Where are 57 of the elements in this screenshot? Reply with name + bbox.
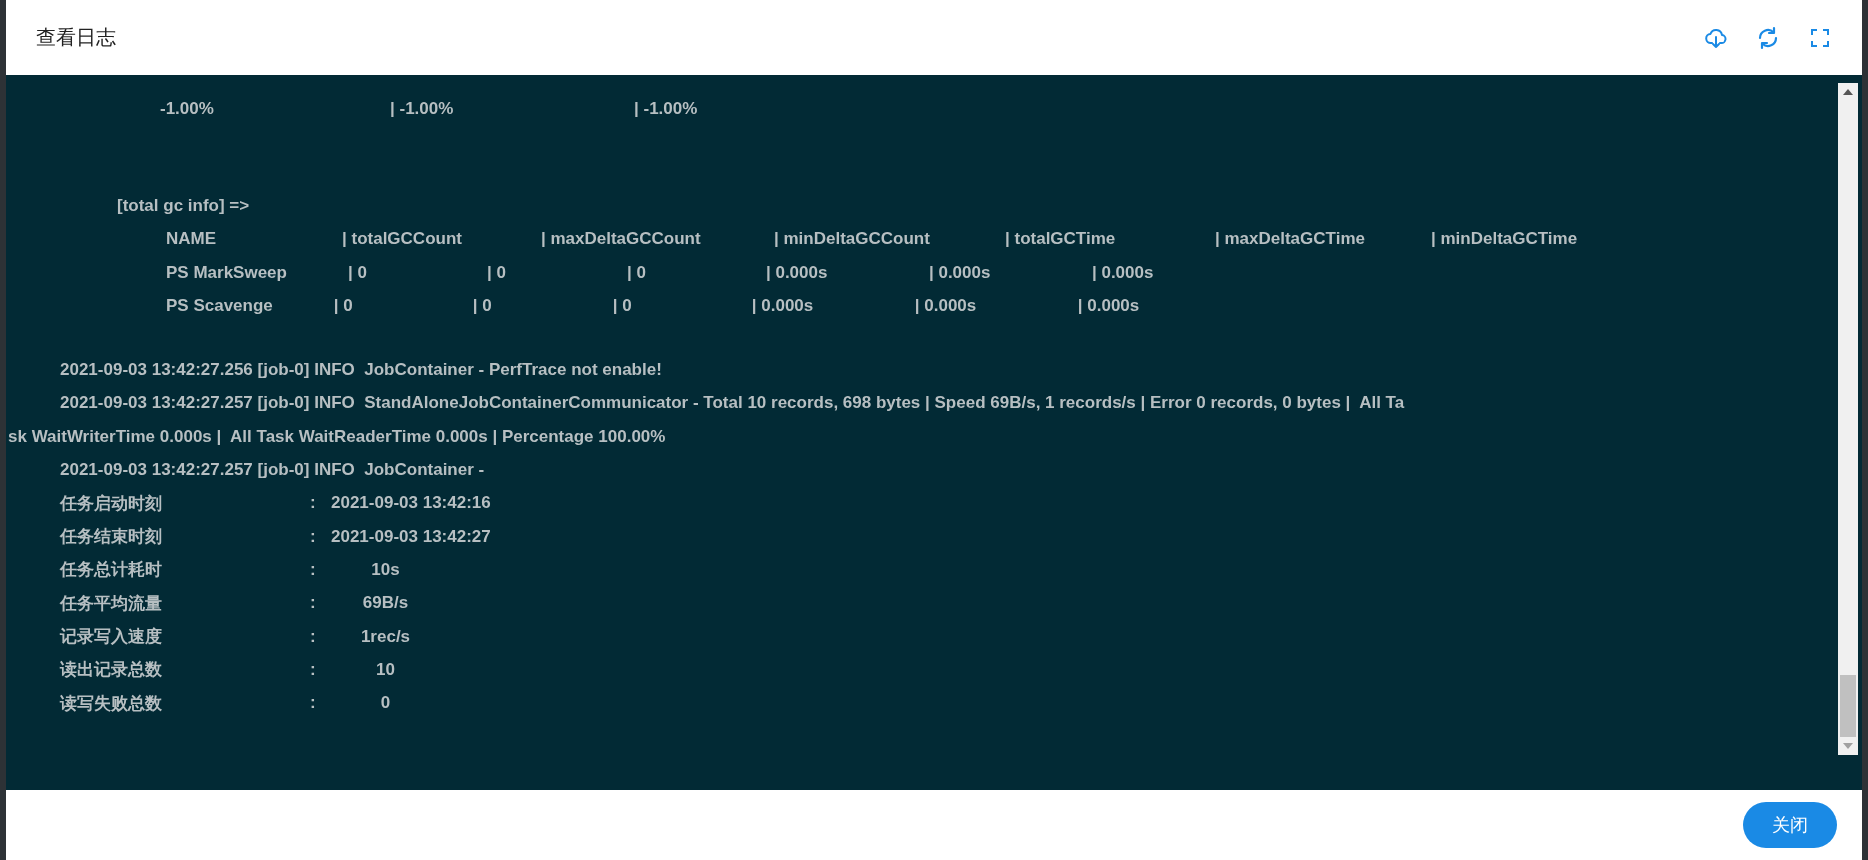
scrollbar-thumb[interactable]: [1840, 675, 1856, 737]
log-text: | totalGCCount: [342, 229, 463, 250]
log-text: | totalGCTime: [1005, 229, 1117, 250]
log-text: 任务总计耗时: [60, 559, 163, 582]
log-text: 2021-09-03 13:42:27.256 [job-0] INFO JobContainer - PerfTrace not enable!: [60, 360, 663, 381]
log-text: 69B/s: [362, 593, 409, 614]
log-text: | 0: [612, 295, 633, 316]
log-text: 2021-09-03 13:42:27.257 [job-0] INFO JobContainer -: [60, 460, 486, 480]
log-text: | -1.00%: [634, 98, 699, 119]
refresh-icon[interactable]: [1756, 25, 1780, 50]
scroll-up-icon[interactable]: [1843, 89, 1853, 95]
log-text: :: [310, 693, 317, 714]
log-text: 10: [376, 659, 395, 680]
log-text: PS MarkSweep: [166, 262, 288, 283]
log-text: 记录写入速度: [60, 626, 163, 648]
log-text: 2021-09-03 13:42:16: [330, 493, 492, 514]
log-text: 任务启动时刻: [60, 492, 163, 515]
log-text: | 0: [472, 295, 493, 316]
log-text: 读写失败总数: [60, 692, 163, 715]
log-text: | maxDeltaGCCount: [541, 229, 702, 250]
log-text: :: [310, 559, 317, 580]
log-text: PS Scavenge: [166, 295, 274, 316]
log-text: :: [310, 626, 317, 647]
log-text: 读出记录总数: [60, 659, 163, 682]
log-text: -1.00%: [160, 98, 215, 119]
log-text: | 0.000s: [765, 262, 829, 283]
log-text: | 0: [347, 262, 368, 283]
log-text: | 0: [486, 262, 507, 283]
log-text: 任务平均流量: [60, 592, 163, 615]
log-text: | maxDeltaGCTime: [1215, 229, 1366, 250]
log-text: | 0.000s: [751, 295, 815, 316]
log-text: 10s: [371, 559, 400, 580]
log-text: | minDeltaGCTime: [1431, 229, 1579, 250]
log-text: | 0: [333, 295, 354, 316]
log-text: NAME: [166, 229, 218, 250]
log-text: :: [310, 493, 317, 514]
log-text: | -1.00%: [390, 98, 455, 119]
scrollbar[interactable]: [1838, 83, 1858, 755]
dialog-title: 查看日志: [36, 25, 117, 50]
log-text: 2021-09-03 13:42:27: [330, 526, 492, 547]
log-text: 2021-09-03 13:42:27.257 [job-0] INFO StandAloneJobContainerCommunicator - Total 10 records, 698 bytes | Speed 69B/s, 1 records/s | Error 0 records, 0 bytes | All Ta: [60, 393, 1406, 414]
log-text: | 0.000s: [1091, 262, 1155, 283]
log-text: :: [310, 526, 317, 547]
log-text: [total gc info] =>: [117, 195, 251, 216]
close-button[interactable]: 关闭: [1743, 802, 1837, 848]
log-text: 1rec/s: [360, 626, 411, 647]
log-text: | 0.000s: [1077, 295, 1141, 316]
log-text: | 0.000s: [914, 295, 978, 316]
log-text: :: [310, 659, 317, 680]
scroll-down-icon[interactable]: [1843, 743, 1853, 749]
log-text: 任务结束时刻: [60, 526, 163, 549]
log-text: | 0.000s: [928, 262, 992, 283]
log-text: 0: [380, 693, 391, 714]
log-text: | minDeltaGCCount: [774, 229, 931, 250]
log-text: | 0: [626, 262, 647, 283]
log-text: sk WaitWriterTime 0.000s | All Task WaitReaderTime 0.000s | Percentage 100.00%: [8, 426, 667, 447]
log-text: :: [310, 593, 317, 614]
